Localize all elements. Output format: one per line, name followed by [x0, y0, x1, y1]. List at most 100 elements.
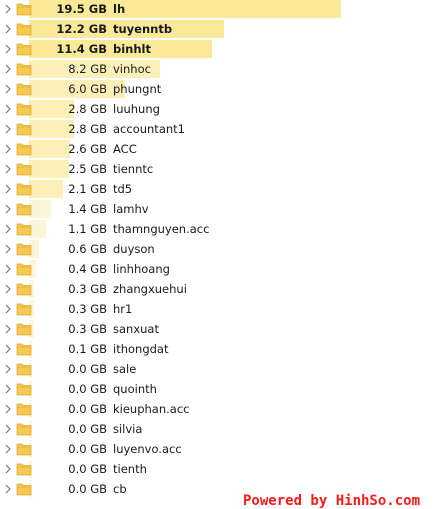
folder-size: 0.6 GB — [68, 242, 107, 256]
chevron-right-icon[interactable] — [3, 42, 13, 56]
folder-row[interactable]: 19.5 GB lh — [0, 0, 433, 19]
folder-size: 0.0 GB — [68, 362, 107, 376]
folder-row[interactable]: 12.2 GB tuyenntb — [0, 19, 433, 39]
folder-row[interactable]: 2.8 GB luuhung — [0, 99, 433, 119]
folder-name: zhangxuehui — [113, 282, 187, 296]
folder-row[interactable]: 0.0 GB sale — [0, 359, 433, 379]
folder-row[interactable]: 0.1 GB ithongdat — [0, 339, 433, 359]
folder-name: phungnt — [113, 82, 162, 96]
folder-row[interactable]: 0.0 GB quointh — [0, 379, 433, 399]
chevron-right-icon[interactable] — [3, 342, 13, 356]
folder-row[interactable]: 0.0 GB silvia — [0, 419, 433, 439]
folder-row[interactable]: 0.6 GB duyson — [0, 239, 433, 259]
folder-size: 6.0 GB — [68, 82, 107, 96]
folder-size: 0.0 GB — [68, 382, 107, 396]
chevron-right-icon[interactable] — [3, 402, 13, 416]
chevron-right-icon[interactable] — [3, 262, 13, 276]
chevron-right-icon[interactable] — [3, 82, 13, 96]
folder-name: luuhung — [113, 102, 160, 116]
folder-row[interactable]: 0.0 GB luyenvo.acc — [0, 439, 433, 459]
folder-size: 1.1 GB — [68, 222, 107, 236]
folder-size: 2.8 GB — [68, 102, 107, 116]
chevron-right-icon[interactable] — [3, 242, 13, 256]
folder-size: 2.8 GB — [68, 122, 107, 136]
folder-row[interactable]: 2.1 GB td5 — [0, 179, 433, 199]
chevron-right-icon[interactable] — [3, 162, 13, 176]
chevron-right-icon[interactable] — [3, 202, 13, 216]
folder-name: td5 — [113, 182, 133, 196]
chevron-right-icon[interactable] — [3, 282, 13, 296]
folder-name: sale — [113, 362, 137, 376]
chevron-right-icon[interactable] — [3, 322, 13, 336]
folder-size: 0.0 GB — [68, 482, 107, 496]
chevron-right-icon[interactable] — [3, 482, 13, 496]
chevron-right-icon[interactable] — [3, 102, 13, 116]
folder-name: luyenvo.acc — [113, 442, 182, 456]
folder-size: 0.0 GB — [68, 402, 107, 416]
folder-size: 12.2 GB — [56, 22, 107, 36]
folder-row[interactable]: 2.5 GB tienntc — [0, 159, 433, 179]
chevron-right-icon[interactable] — [3, 362, 13, 376]
folder-row[interactable]: 0.4 GB linhhoang — [0, 259, 433, 279]
folder-size: 1.4 GB — [68, 202, 107, 216]
folder-size: 0.1 GB — [68, 342, 107, 356]
folder-row[interactable]: 0.0 GB kieuphan.acc — [0, 399, 433, 419]
folder-name: cb — [113, 482, 127, 496]
folder-size: 11.4 GB — [56, 42, 107, 56]
folder-row[interactable]: 11.4 GB binhlt — [0, 39, 433, 59]
folder-row[interactable]: 2.8 GB accountant1 — [0, 119, 433, 139]
folder-size: 8.2 GB — [68, 62, 107, 76]
folder-row[interactable]: 0.0 GB tienth — [0, 459, 433, 479]
folder-name: lh — [113, 2, 126, 16]
folder-name: binhlt — [113, 42, 151, 56]
folder-name: kieuphan.acc — [113, 402, 190, 416]
folder-size: 19.5 GB — [56, 2, 107, 16]
folder-name: ithongdat — [113, 342, 169, 356]
folder-name: linhhoang — [113, 262, 170, 276]
folder-size: 0.0 GB — [68, 462, 107, 476]
folder-row[interactable]: 2.6 GB ACC — [0, 139, 433, 159]
folder-name: vinhoc — [113, 62, 151, 76]
folder-row[interactable]: 0.3 GB zhangxuehui — [0, 279, 433, 299]
chevron-right-icon[interactable] — [3, 422, 13, 436]
folder-row[interactable]: 6.0 GB phungnt — [0, 79, 433, 99]
folder-size: 0.0 GB — [68, 422, 107, 436]
chevron-right-icon[interactable] — [3, 222, 13, 236]
folder-size: 2.6 GB — [68, 142, 107, 156]
chevron-right-icon[interactable] — [3, 122, 13, 136]
folder-row[interactable]: 8.2 GB vinhoc — [0, 59, 433, 79]
folder-size: 2.5 GB — [68, 162, 107, 176]
folder-name: quointh — [113, 382, 157, 396]
folder-name: hr1 — [113, 302, 133, 316]
folder-name: tienntc — [113, 162, 154, 176]
folder-row[interactable]: 0.3 GB hr1 — [0, 299, 433, 319]
folder-name: sanxuat — [113, 322, 159, 336]
chevron-right-icon[interactable] — [3, 142, 13, 156]
chevron-right-icon[interactable] — [3, 382, 13, 396]
folder-name: lamhv — [113, 202, 149, 216]
folder-size: 2.1 GB — [68, 182, 107, 196]
folder-name: thamnguyen.acc — [113, 222, 210, 236]
folder-name: tuyenntb — [113, 22, 173, 36]
folder-name: accountant1 — [113, 122, 185, 136]
powered-by-watermark: Powered by HinhSo.com — [243, 493, 421, 509]
folder-name: silvia — [113, 422, 143, 436]
chevron-right-icon[interactable] — [3, 2, 13, 16]
chevron-right-icon[interactable] — [3, 442, 13, 456]
chevron-right-icon[interactable] — [3, 182, 13, 196]
folder-name: ACC — [113, 142, 137, 156]
folder-row[interactable]: 1.4 GB lamhv — [0, 199, 433, 219]
folder-row[interactable]: 1.1 GB thamnguyen.acc — [0, 219, 433, 239]
folder-size: 0.4 GB — [68, 262, 107, 276]
chevron-right-icon[interactable] — [3, 62, 13, 76]
chevron-right-icon[interactable] — [3, 462, 13, 476]
folder-size: 0.3 GB — [68, 302, 107, 316]
chevron-right-icon[interactable] — [3, 302, 13, 316]
folder-size: 0.3 GB — [68, 282, 107, 296]
folder-size: 0.0 GB — [68, 442, 107, 456]
folder-size: 0.3 GB — [68, 322, 107, 336]
folder-row[interactable]: 0.3 GB sanxuat — [0, 319, 433, 339]
folder-name: tienth — [113, 462, 147, 476]
folder-name: duyson — [113, 242, 155, 256]
chevron-right-icon[interactable] — [3, 22, 13, 36]
